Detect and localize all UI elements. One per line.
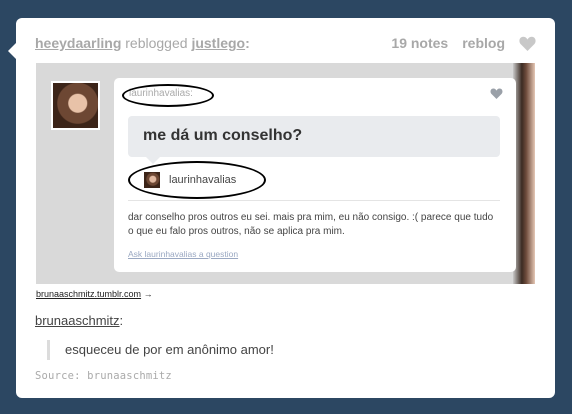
side-photo — [513, 63, 535, 284]
origin-link[interactable]: justlego — [191, 35, 245, 51]
answer-text: dar conselho pros outros eu sei. mais pr… — [128, 212, 494, 237]
avatar — [51, 81, 100, 130]
source-label[interactable]: Source: brunaaschmitz — [35, 370, 172, 382]
heart-icon[interactable] — [519, 36, 536, 51]
asker-circle-annotation — [122, 84, 214, 107]
header-colon: : — [245, 35, 250, 51]
post-card: heeydaarling reblogged justlego: 19 note… — [8, 18, 555, 398]
ask-card: laurinhavalias: me dá um conselho? lauri… — [114, 78, 516, 272]
reblog-button[interactable]: reblog — [462, 35, 505, 51]
question-bubble: me dá um conselho? — [128, 116, 500, 164]
reblogged-text: reblogged — [125, 35, 188, 51]
comment-blog-link[interactable]: brunaaschmitz — [35, 313, 120, 328]
post-controls: 19 notes reblog — [391, 35, 536, 51]
image-source: brunaaschmitz.tumblr.com → — [36, 289, 153, 299]
notes-count[interactable]: 19 notes — [391, 35, 448, 51]
comment-quote: esqueceu de por em anônimo amor! — [47, 340, 274, 360]
card-heart-icon — [490, 88, 503, 99]
arrow-icon: → — [143, 289, 153, 299]
post-header: heeydaarling reblogged justlego: — [35, 35, 250, 51]
divider — [128, 200, 500, 201]
reblogger-link[interactable]: heeydaarling — [35, 35, 121, 51]
ask-link: Ask laurinhavalias a question — [128, 249, 239, 259]
question-text: me dá um conselho? — [143, 127, 303, 144]
comment-colon: : — [119, 313, 124, 328]
answerer-circle-annotation — [128, 161, 266, 199]
screenshot-image: laurinhavalias: me dá um conselho? lauri… — [36, 63, 535, 284]
comment-attribution: brunaaschmitz: — [35, 313, 123, 328]
image-source-link[interactable]: brunaaschmitz.tumblr.com — [36, 289, 141, 299]
